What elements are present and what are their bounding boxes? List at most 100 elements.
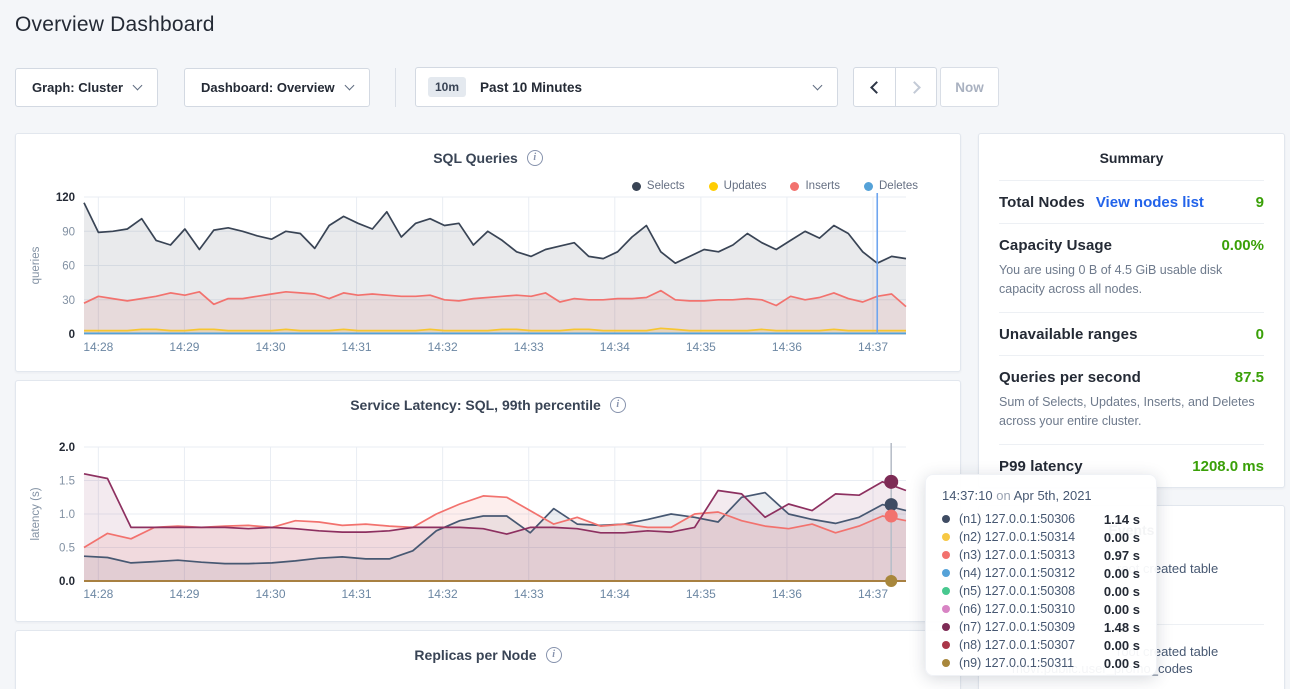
svg-text:14:29: 14:29 [169, 587, 199, 601]
capacity-value: 0.00% [1221, 237, 1264, 254]
svg-text:14:36: 14:36 [772, 340, 802, 354]
svg-text:14:30: 14:30 [255, 587, 285, 601]
graph-dropdown[interactable]: Graph: Cluster [15, 68, 158, 107]
tooltip-time: 14:37:10 [942, 488, 993, 503]
node-latency-value: 0.00 s [1104, 566, 1140, 581]
svg-text:1.0: 1.0 [59, 509, 75, 521]
tooltip-node-row: (n7) 127.0.0.1:50309 1.48 s [942, 618, 1140, 636]
svg-text:14:36: 14:36 [772, 587, 802, 601]
service-latency-chart[interactable]: 14:2814:2914:3014:3114:3214:3314:3414:35… [16, 436, 960, 626]
chevron-down-icon [344, 81, 354, 91]
node-address: (n4) 127.0.0.1:50312 [959, 566, 1104, 580]
svg-text:14:28: 14:28 [83, 340, 113, 354]
node-address: (n6) 127.0.0.1:50310 [959, 602, 1104, 616]
time-range-badge: 10m [428, 77, 466, 97]
svg-text:latency (s): latency (s) [30, 487, 42, 540]
node-color-dot-icon [942, 515, 950, 523]
tooltip-node-row: (n5) 127.0.0.1:50308 0.00 s [942, 582, 1140, 600]
svg-text:30: 30 [62, 295, 75, 307]
qps-value: 87.5 [1235, 369, 1264, 386]
qps-label: Queries per second [999, 369, 1141, 386]
svg-text:14:37: 14:37 [858, 340, 888, 354]
node-color-dot-icon [942, 605, 950, 613]
summary-row-qps: Queries per second 87.5 Sum of Selects, … [999, 355, 1264, 444]
replicas-per-node-card: Replicas per Node i [15, 630, 961, 689]
node-latency-value: 0.00 s [1104, 602, 1140, 617]
qps-desc: Sum of Selects, Updates, Inserts, and De… [999, 393, 1264, 432]
now-button[interactable]: Now [940, 67, 999, 107]
tooltip-node-row: (n8) 127.0.0.1:50307 0.00 s [942, 636, 1140, 654]
node-latency-value: 0.00 s [1104, 530, 1140, 545]
capacity-label: Capacity Usage [999, 237, 1112, 254]
time-back-button[interactable] [854, 68, 895, 106]
node-latency-value: 1.14 s [1104, 512, 1140, 527]
service-latency-card: Service Latency: SQL, 99th percentile i … [15, 380, 961, 622]
svg-text:1.5: 1.5 [59, 476, 75, 488]
node-address: (n5) 127.0.0.1:50308 [959, 584, 1104, 598]
graph-dropdown-label: Graph: Cluster [32, 80, 123, 95]
node-color-dot-icon [942, 623, 950, 631]
node-latency-value: 0.00 s [1104, 584, 1140, 599]
overview-dashboard-page: Overview Dashboard Graph: Cluster Dashbo… [0, 0, 1290, 689]
node-latency-value: 0.00 s [1104, 638, 1140, 653]
info-icon[interactable]: i [527, 150, 543, 166]
capacity-desc: You are using 0 B of 4.5 GiB usable disk… [999, 261, 1264, 300]
dashboard-dropdown-label: Dashboard: Overview [201, 80, 335, 95]
info-icon[interactable]: i [610, 397, 626, 413]
summary-heading: Summary [999, 134, 1264, 180]
tooltip-node-row: (n6) 127.0.0.1:50310 0.00 s [942, 600, 1140, 618]
replicas-title-row: Replicas per Node i [16, 647, 960, 663]
node-latency-value: 1.48 s [1104, 620, 1140, 635]
svg-text:14:28: 14:28 [83, 587, 113, 601]
time-nav-group [853, 67, 937, 107]
summary-panel: Summary Total Nodes View nodes list 9 Ca… [978, 133, 1285, 488]
sql-queries-card: SQL Queries i Selects Updates Inserts [15, 133, 961, 372]
node-color-dot-icon [942, 659, 950, 667]
svg-text:14:33: 14:33 [514, 587, 544, 601]
node-address: (n3) 127.0.0.1:50313 [959, 548, 1104, 562]
node-address: (n7) 127.0.0.1:50309 [959, 620, 1104, 634]
chevron-left-icon [870, 81, 883, 94]
svg-text:2.0: 2.0 [59, 442, 75, 454]
tooltip-timestamp: 14:37:10 on Apr 5th, 2021 [942, 488, 1140, 503]
node-color-dot-icon [942, 533, 950, 541]
tooltip-node-row: (n3) 127.0.0.1:50313 0.97 s [942, 546, 1140, 564]
dashboard-dropdown[interactable]: Dashboard: Overview [184, 68, 370, 107]
chart-hover-tooltip: 14:37:10 on Apr 5th, 2021 (n1) 127.0.0.1… [925, 474, 1157, 676]
node-latency-value: 0.97 s [1104, 548, 1140, 563]
svg-text:0.5: 0.5 [59, 543, 75, 555]
sql-queries-title: SQL Queries [433, 150, 518, 166]
node-address: (n1) 127.0.0.1:50306 [959, 512, 1104, 526]
svg-text:14:35: 14:35 [686, 340, 716, 354]
node-color-dot-icon [942, 569, 950, 577]
svg-text:14:34: 14:34 [600, 587, 630, 601]
svg-text:14:31: 14:31 [342, 340, 372, 354]
toolbar-divider [395, 68, 396, 107]
summary-row-total-nodes: Total Nodes View nodes list 9 [999, 180, 1264, 223]
view-nodes-list-link[interactable]: View nodes list [1096, 194, 1204, 211]
time-range-picker[interactable]: 10m Past 10 Minutes [415, 67, 838, 107]
node-color-dot-icon [942, 641, 950, 649]
svg-text:0.0: 0.0 [59, 576, 75, 588]
svg-text:0: 0 [69, 329, 75, 341]
svg-text:14:33: 14:33 [514, 340, 544, 354]
time-forward-button[interactable] [895, 68, 936, 106]
node-latency-value: 0.00 s [1104, 656, 1140, 671]
svg-text:14:35: 14:35 [686, 587, 716, 601]
node-address: (n9) 127.0.0.1:50311 [959, 656, 1104, 670]
tooltip-node-row: (n2) 127.0.0.1:50314 0.00 s [942, 528, 1140, 546]
unavailable-ranges-value: 0 [1256, 326, 1264, 343]
service-latency-title-row: Service Latency: SQL, 99th percentile i [16, 397, 960, 413]
chevron-down-icon [133, 81, 143, 91]
page-title: Overview Dashboard [15, 13, 215, 37]
total-nodes-label: Total Nodes [999, 194, 1085, 211]
summary-row-unavailable: Unavailable ranges 0 [999, 312, 1264, 355]
sql-queries-chart[interactable]: 14:2814:2914:3014:3114:3214:3314:3414:35… [16, 189, 960, 376]
tooltip-conj: on [996, 488, 1010, 503]
svg-text:14:30: 14:30 [255, 340, 285, 354]
node-color-dot-icon [942, 587, 950, 595]
info-icon[interactable]: i [546, 647, 562, 663]
svg-text:120: 120 [56, 192, 75, 204]
p99-latency-label: P99 latency [999, 458, 1083, 475]
replicas-title: Replicas per Node [414, 647, 536, 663]
